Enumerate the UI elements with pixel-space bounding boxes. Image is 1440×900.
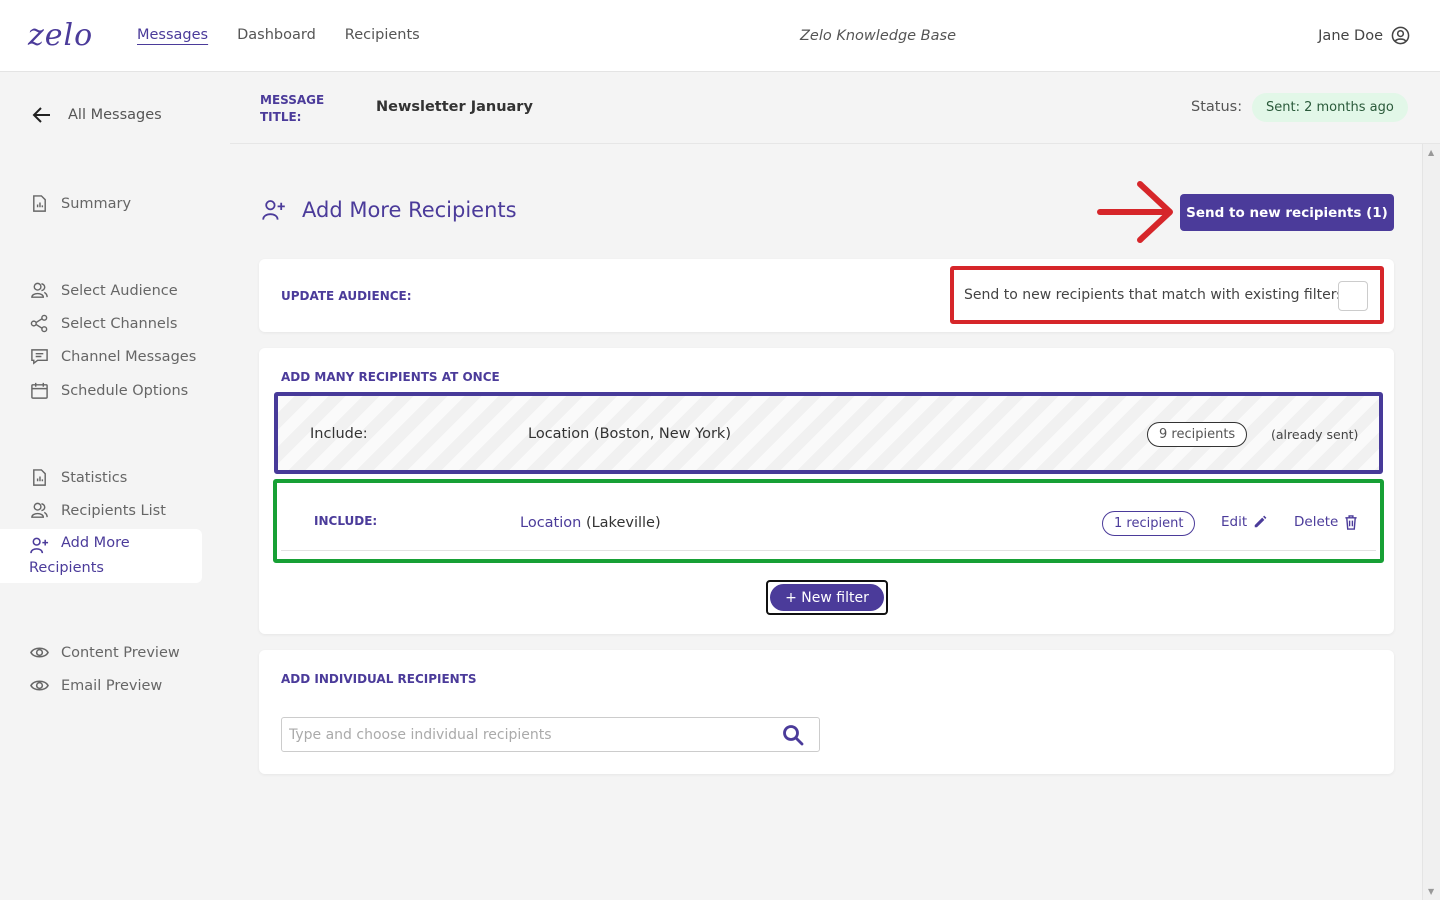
sidebar-item-label: Summary [61, 195, 132, 212]
new-filter-row: INCLUDE: Location (Lakeville) 1 recipien… [273, 479, 1384, 563]
include-label: Include: [310, 426, 368, 442]
sidebar-item-label: Channel Messages [61, 348, 197, 365]
new-filter-location: Location (Lakeville) [520, 515, 661, 531]
sidebar-item-select-audience[interactable]: Select Audience [30, 281, 178, 300]
eye-icon [30, 680, 49, 691]
calendar-icon [31, 382, 48, 399]
sidebar-item-label: Add More [61, 535, 130, 551]
location-field-link[interactable]: Location [520, 515, 581, 531]
sidebar-item-label: Schedule Options [61, 382, 189, 399]
sidebar-item-label: Recipients [29, 560, 104, 576]
sidebar: All Messages Summary Select Audience Sel… [0, 72, 230, 900]
top-bar: zelo Messages Dashboard Recipients Zelo … [0, 0, 1440, 72]
nav-recipients[interactable]: Recipients [345, 27, 420, 43]
include-label: INCLUDE: [314, 514, 378, 528]
user-name: Jane Doe [1318, 27, 1383, 44]
pencil-icon [1254, 515, 1267, 528]
scrollbar[interactable]: ▲ ▼ [1422, 144, 1440, 900]
sidebar-item-label: Content Preview [61, 644, 180, 661]
search-icon[interactable] [782, 724, 804, 746]
sidebar-item-content-preview[interactable]: Content Preview [30, 643, 180, 662]
individual-recipients-search [281, 717, 820, 752]
annotation-arrow-icon [1097, 181, 1173, 243]
sidebar-item-statistics[interactable]: Statistics [30, 468, 127, 487]
edit-label: Edit [1221, 514, 1248, 530]
existing-filters-checkbox[interactable] [1338, 281, 1368, 311]
sidebar-item-select-channels[interactable]: Select Channels [30, 314, 177, 333]
sidebar-item-label: Select Audience [61, 282, 178, 299]
nav-dashboard[interactable]: Dashboard [237, 27, 316, 43]
all-messages-label: All Messages [68, 107, 162, 123]
sidebar-item-label: Recipients List [61, 502, 166, 519]
trash-icon [1345, 514, 1357, 530]
message-title-value: Newsletter January [376, 99, 533, 115]
report-icon [33, 195, 46, 212]
knowledge-base-link[interactable]: Zelo Knowledge Base [800, 28, 956, 44]
sidebar-item-email-preview[interactable]: Email Preview [30, 676, 162, 695]
eye-icon [30, 647, 49, 658]
existing-recipient-count-badge: 9 recipients [1147, 422, 1248, 447]
update-audience-label: UPDATE AUDIENCE: [281, 289, 412, 303]
existing-filter-row: Include: Location (Boston, New York) 9 r… [274, 392, 1383, 474]
message-title-bar: MESSAGE TITLE: Newsletter January Status… [230, 72, 1440, 144]
message-title-label: MESSAGE TITLE: [260, 93, 325, 124]
page-title: Add More Recipients [302, 198, 517, 222]
existing-filter-location: Location (Boston, New York) [528, 426, 731, 442]
sidebar-item-label: Email Preview [61, 677, 163, 694]
scroll-down-arrow-icon[interactable]: ▼ [1428, 887, 1434, 896]
scroll-up-arrow-icon[interactable]: ▲ [1428, 148, 1434, 157]
chat-icon [31, 349, 48, 365]
sidebar-item-schedule-options[interactable]: Schedule Options [30, 381, 188, 400]
status-badge: Sent: 2 months ago [1252, 93, 1408, 122]
add-person-icon [262, 200, 285, 220]
share-icon [30, 314, 48, 333]
new-filter-button[interactable]: + New filter [770, 584, 884, 611]
annotation-red-box: Send to new recipients that match with e… [950, 266, 1384, 324]
individual-recipients-input[interactable] [289, 718, 769, 751]
report-icon [33, 469, 46, 486]
existing-filters-checkbox-label: Send to new recipients that match with e… [964, 287, 1344, 303]
edit-filter-button[interactable]: Edit [1221, 514, 1267, 530]
sidebar-item-channel-messages[interactable]: Channel Messages [30, 347, 196, 366]
already-sent-note: (already sent) [1271, 427, 1359, 442]
sidebar-item-label: Select Channels [61, 315, 178, 332]
status-label: Status: [1191, 99, 1243, 115]
sidebar-item-recipients-list[interactable]: Recipients List [30, 501, 166, 520]
sidebar-item-summary[interactable]: Summary [30, 194, 131, 213]
top-nav: Messages Dashboard Recipients [137, 27, 420, 43]
nav-messages[interactable]: Messages [137, 27, 208, 43]
people-icon [31, 502, 48, 518]
user-menu[interactable]: Jane Doe [1318, 26, 1410, 45]
user-circle-icon [1391, 26, 1410, 45]
arrow-left-icon [32, 107, 50, 123]
zelo-logo[interactable]: zelo [28, 18, 93, 53]
sidebar-item-add-more-recipients[interactable]: Add More Recipients [0, 529, 202, 583]
location-value: (Lakeville) [585, 515, 661, 531]
add-person-icon [30, 537, 49, 554]
new-filter-button-focus-ring: + New filter [766, 580, 888, 615]
delete-label: Delete [1294, 514, 1339, 530]
add-individual-recipients-label: ADD INDIVIDUAL RECIPIENTS [281, 672, 477, 686]
people-icon [31, 282, 48, 298]
new-filter-row-inner: INCLUDE: Location (Lakeville) 1 recipien… [281, 485, 1376, 551]
new-recipient-count-badge: 1 recipient [1102, 511, 1196, 536]
sidebar-item-label: Statistics [61, 469, 128, 486]
delete-filter-button[interactable]: Delete [1294, 514, 1358, 530]
page-heading: Add More Recipients [262, 198, 517, 222]
add-many-recipients-label: ADD MANY RECIPIENTS AT ONCE [281, 370, 500, 384]
all-messages-link[interactable]: All Messages [32, 106, 162, 124]
send-to-new-recipients-button[interactable]: Send to new recipients (1) [1180, 194, 1394, 231]
add-individual-recipients-card: ADD INDIVIDUAL RECIPIENTS [259, 650, 1394, 774]
